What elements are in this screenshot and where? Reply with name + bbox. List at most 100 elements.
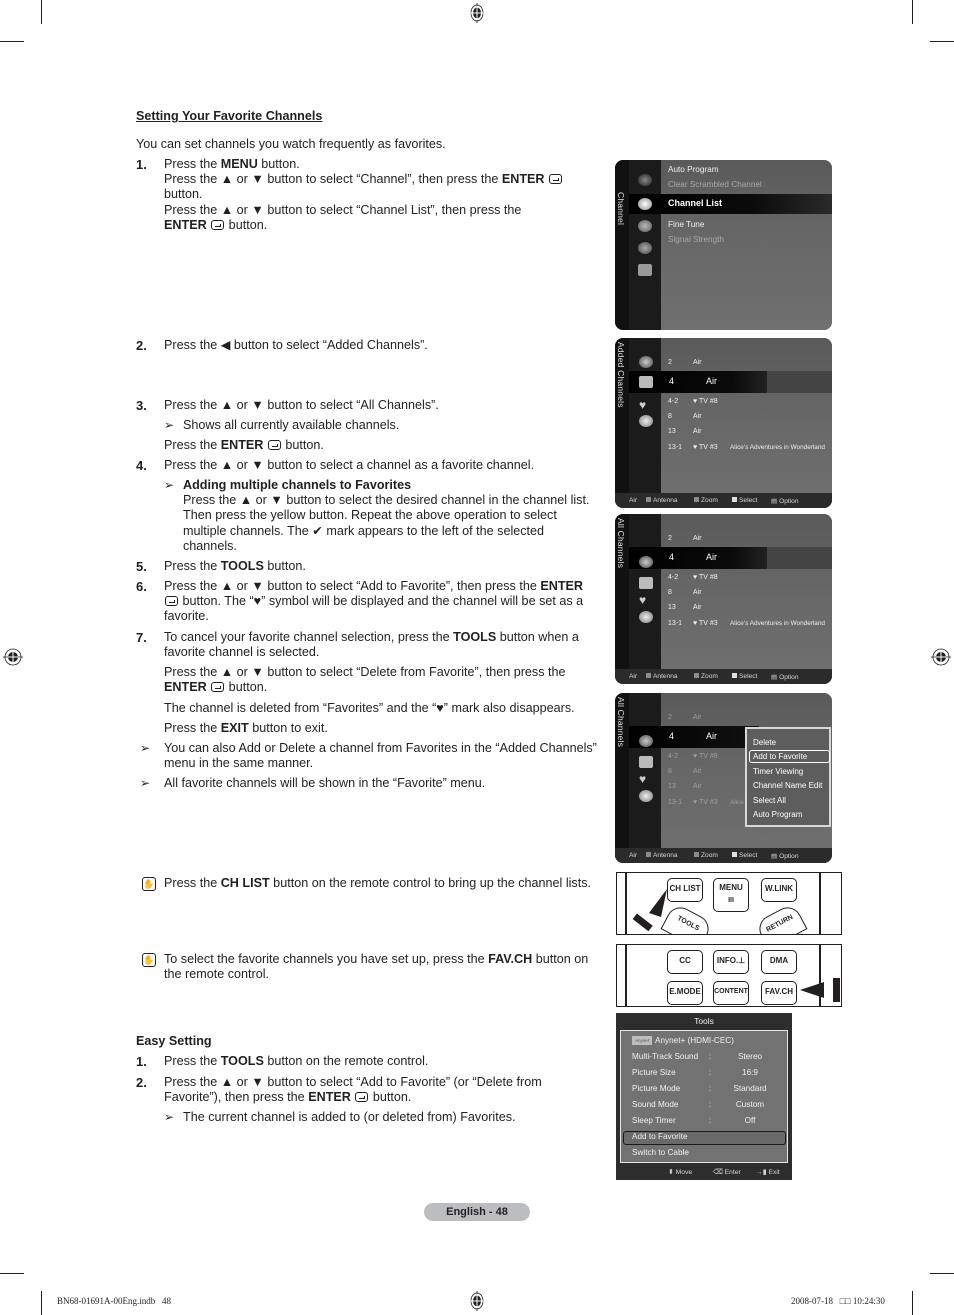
popup-menu-item[interactable]: Auto Program xyxy=(753,810,802,819)
program-title: Alice’s Adventures in Wonderland xyxy=(730,620,825,627)
return-button[interactable]: RETURN xyxy=(754,902,808,934)
channel-number: 4 xyxy=(669,552,675,562)
channel-source: Air xyxy=(693,359,702,366)
step-text: button. xyxy=(257,157,300,171)
step-text: button. xyxy=(164,187,203,202)
channel-source: ♥ TV #3 xyxy=(693,620,718,627)
footer-antenna[interactable]: Antenna xyxy=(646,852,678,859)
footer-select[interactable]: Select xyxy=(732,852,757,859)
footer-select[interactable]: Select xyxy=(732,673,757,680)
tools-item[interactable]: Picture Size xyxy=(632,1068,676,1077)
tools-title: Tools xyxy=(694,1016,714,1026)
footer-option[interactable]: ▤ Option xyxy=(771,673,799,681)
remote-edge xyxy=(625,873,627,934)
easy-setting-title: Easy Setting xyxy=(136,1034,212,1048)
dma-button[interactable]: DMA xyxy=(761,950,797,974)
step-text: button. The “♥” symbol will be displayed… xyxy=(164,594,584,624)
channel-source: Air xyxy=(693,768,702,775)
option-icon: ▤ xyxy=(771,853,778,860)
step-3: 3. Press the ▲ or ▼ button to select “Al… xyxy=(136,398,601,413)
tools-item[interactable]: Sound Mode xyxy=(632,1100,678,1109)
cc-button[interactable]: CC xyxy=(667,950,703,974)
footer-select[interactable]: Select xyxy=(732,497,757,504)
footer-antenna[interactable]: Antenna xyxy=(646,497,678,504)
added-channels-screen: Added Channels 2 Air 4 Air 4-2 ♥ TV #8 8 Air 13 Ai… xyxy=(615,338,832,508)
step-number: 1. xyxy=(136,157,147,172)
menu-label: MENU xyxy=(719,883,743,892)
rail-label: Added Channels xyxy=(616,342,626,408)
menu-item[interactable]: Auto Program xyxy=(668,165,719,174)
footer-antenna[interactable]: Antenna xyxy=(646,673,678,680)
tools-item[interactable]: Multi-Track Sound xyxy=(632,1052,698,1061)
content-button[interactable]: CONTENT xyxy=(713,981,749,1005)
enter-icon xyxy=(355,1092,369,1103)
footer-exit-label: Exit xyxy=(768,1169,780,1176)
button-name: ENTER xyxy=(501,172,545,187)
step-7-p3: The channel is deleted from “Favorites” … xyxy=(164,701,575,715)
footer-option[interactable]: ▤ Option xyxy=(771,497,799,505)
tools-panel: Anynet Anynet+ (HDMI-CEC) Multi-Track Soun… xyxy=(620,1030,788,1163)
popup-menu-item[interactable]: Channel Name Edit xyxy=(753,781,822,790)
footer-zoom-label: Zoom xyxy=(701,673,718,680)
footer-mode: Air xyxy=(629,852,638,859)
popup-menu-item[interactable]: Add to Favorite xyxy=(753,752,807,761)
step-text: button to exit. xyxy=(248,721,328,735)
channel-source: ♥ TV #8 xyxy=(693,753,718,760)
footer-zoom[interactable]: Zoom xyxy=(694,497,718,504)
popup-menu-item[interactable]: Delete xyxy=(753,738,776,747)
easy-note: ➢ The current channel is added to (or de… xyxy=(164,1110,601,1125)
channel-source: Air xyxy=(693,714,702,721)
fav-ch-button[interactable]: FAV.CH xyxy=(761,981,797,1005)
menu-item[interactable]: Clear Scrambled Channel xyxy=(668,180,762,189)
tools-item-colon: : xyxy=(709,1116,712,1125)
tools-item[interactable]: Picture Mode xyxy=(632,1084,680,1093)
w-link-button[interactable]: W.LINK xyxy=(761,878,797,902)
footer-antenna-label: Antenna xyxy=(653,673,678,680)
button-name: EXIT xyxy=(220,721,249,735)
tools-item[interactable]: Switch to Cable xyxy=(632,1148,689,1157)
tools-item-value: Off xyxy=(744,1116,756,1125)
step-number: 2. xyxy=(136,338,147,353)
step-7-p2: Press the ▲ or ▼ button to select “Delet… xyxy=(164,665,601,695)
step-text: button on the remote control. xyxy=(263,1054,429,1068)
e-mode-button[interactable]: E.MODE xyxy=(667,981,703,1005)
note-text: The current channel is added to (or dele… xyxy=(183,1110,516,1124)
info-button[interactable]: INFO.⊥ xyxy=(713,950,749,974)
button-name: ENTER xyxy=(220,438,264,452)
popup-menu-item[interactable]: Timer Viewing xyxy=(753,767,803,776)
tools-item[interactable]: Add to Favorite xyxy=(632,1132,688,1141)
step-text: Press the ▲ or ▼ button to select a chan… xyxy=(164,458,535,472)
remote-icon: ✋ xyxy=(142,953,156,967)
tools-item-label: Switch to Cable xyxy=(632,1148,689,1157)
menu-item[interactable]: Fine Tune xyxy=(668,220,704,229)
arrow-icon: ➢ xyxy=(164,478,175,492)
footer-zoom[interactable]: Zoom xyxy=(694,852,718,859)
channel-number: 2 xyxy=(668,359,672,366)
tools-item-value: 16:9 xyxy=(742,1068,758,1077)
step-7: 7. To cancel your favorite channel selec… xyxy=(136,630,601,660)
tools-item[interactable]: Sleep Timer xyxy=(632,1116,676,1125)
step-2: 2. Press the ◀ button to select “Added C… xyxy=(136,338,601,353)
channel-source: Air xyxy=(693,535,702,542)
menu-item-selected[interactable]: Channel List xyxy=(629,194,832,214)
ch-list-button[interactable]: CH LIST xyxy=(667,878,703,902)
program-title: Alice’s Adventures in Wonderland xyxy=(730,444,825,451)
step-text: Press the xyxy=(164,438,221,452)
step-text: Press the ▲ or ▼ button to select “Chann… xyxy=(164,172,502,187)
checkmark-icon: ✔ xyxy=(312,523,323,538)
footer-select-label: Select xyxy=(739,673,758,680)
tools-item[interactable]: Anynet Anynet+ (HDMI-CEC) xyxy=(632,1036,734,1046)
antenna-icon xyxy=(639,735,653,747)
remote-note-ch-list: ✋ Press the CH LIST button on the remote… xyxy=(140,876,601,891)
step-text: Press the ▲ or ▼ button to select “Add t… xyxy=(164,1075,542,1105)
footer-zoom[interactable]: Zoom xyxy=(694,673,718,680)
menu-item[interactable]: Signal Strength xyxy=(668,235,724,244)
footer-select-label: Select xyxy=(739,497,758,504)
program-title: Alice xyxy=(730,799,744,806)
popup-menu-item[interactable]: Select All xyxy=(753,796,786,805)
menu-button[interactable]: MENU III xyxy=(713,878,749,912)
crop-mark xyxy=(930,41,954,42)
footer-option[interactable]: ▤ Option xyxy=(771,852,799,860)
favorite-heart-icon: ♥ xyxy=(639,593,647,607)
arrow-icon: ➢ xyxy=(164,418,175,432)
